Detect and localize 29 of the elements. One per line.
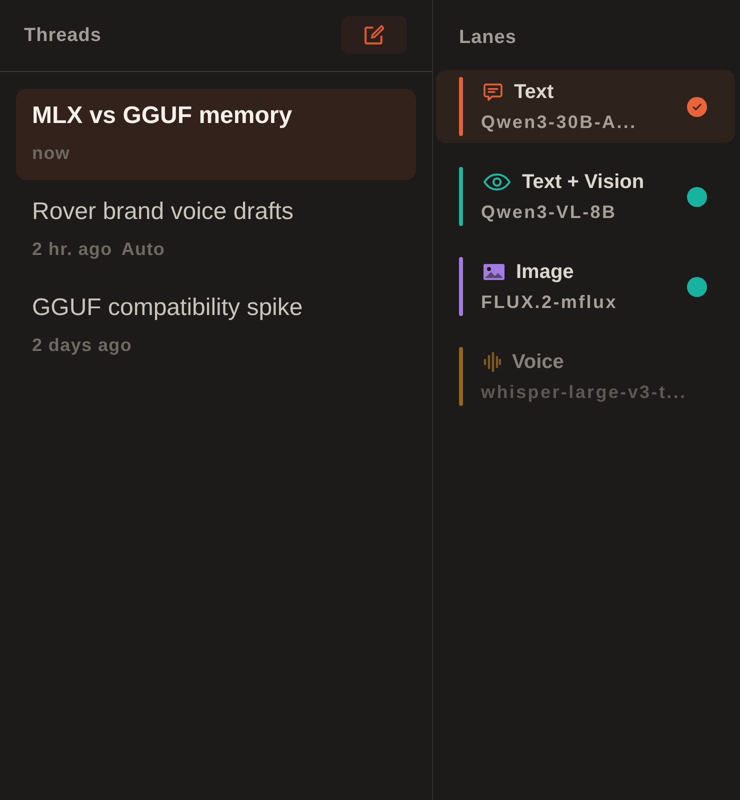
thread-time: 2 hr. ago bbox=[32, 238, 112, 260]
compose-icon bbox=[364, 25, 384, 45]
panel-title: Lanes bbox=[459, 27, 516, 48]
thread-title: Rover brand voice drafts bbox=[32, 198, 294, 226]
model-name: whisper-large-v3-t... bbox=[481, 381, 687, 403]
image-icon bbox=[483, 263, 505, 281]
model-name: Qwen3-VL-8B bbox=[481, 201, 618, 223]
chat-bubble-icon bbox=[483, 82, 503, 102]
thread-title: MLX vs GGUF memory bbox=[32, 102, 294, 130]
thread-tag: Auto bbox=[121, 238, 166, 260]
new-thread-button[interactable] bbox=[341, 16, 407, 54]
thread-item[interactable]: MLX vs GGUF memory now bbox=[16, 89, 416, 180]
thread-time: now bbox=[32, 142, 70, 164]
lane-name: Text bbox=[514, 80, 554, 104]
thread-time: 2 days ago bbox=[32, 334, 132, 356]
thread-item[interactable]: Rover brand voice drafts 2 hr. ago Auto bbox=[16, 185, 416, 276]
thread-title: GGUF compatibility spike bbox=[32, 294, 304, 322]
lane-item[interactable]: Image FLUX.2-mflux bbox=[436, 250, 735, 323]
eye-icon bbox=[483, 173, 511, 191]
lane-name: Text + Vision bbox=[522, 170, 644, 194]
lane-item[interactable]: Text Qwen3-30B-A... bbox=[436, 70, 735, 143]
lane-name: Image bbox=[516, 260, 574, 284]
lane-name: Voice bbox=[512, 350, 564, 374]
waveform-icon bbox=[483, 352, 501, 372]
lane-item[interactable]: Text + Vision Qwen3-VL-8B bbox=[436, 160, 735, 233]
thread-item[interactable]: GGUF compatibility spike 2 days ago bbox=[16, 281, 416, 372]
model-name: FLUX.2-mflux bbox=[481, 291, 618, 313]
panel-title: Threads bbox=[24, 24, 102, 46]
model-name: Qwen3-30B-A... bbox=[481, 111, 637, 133]
